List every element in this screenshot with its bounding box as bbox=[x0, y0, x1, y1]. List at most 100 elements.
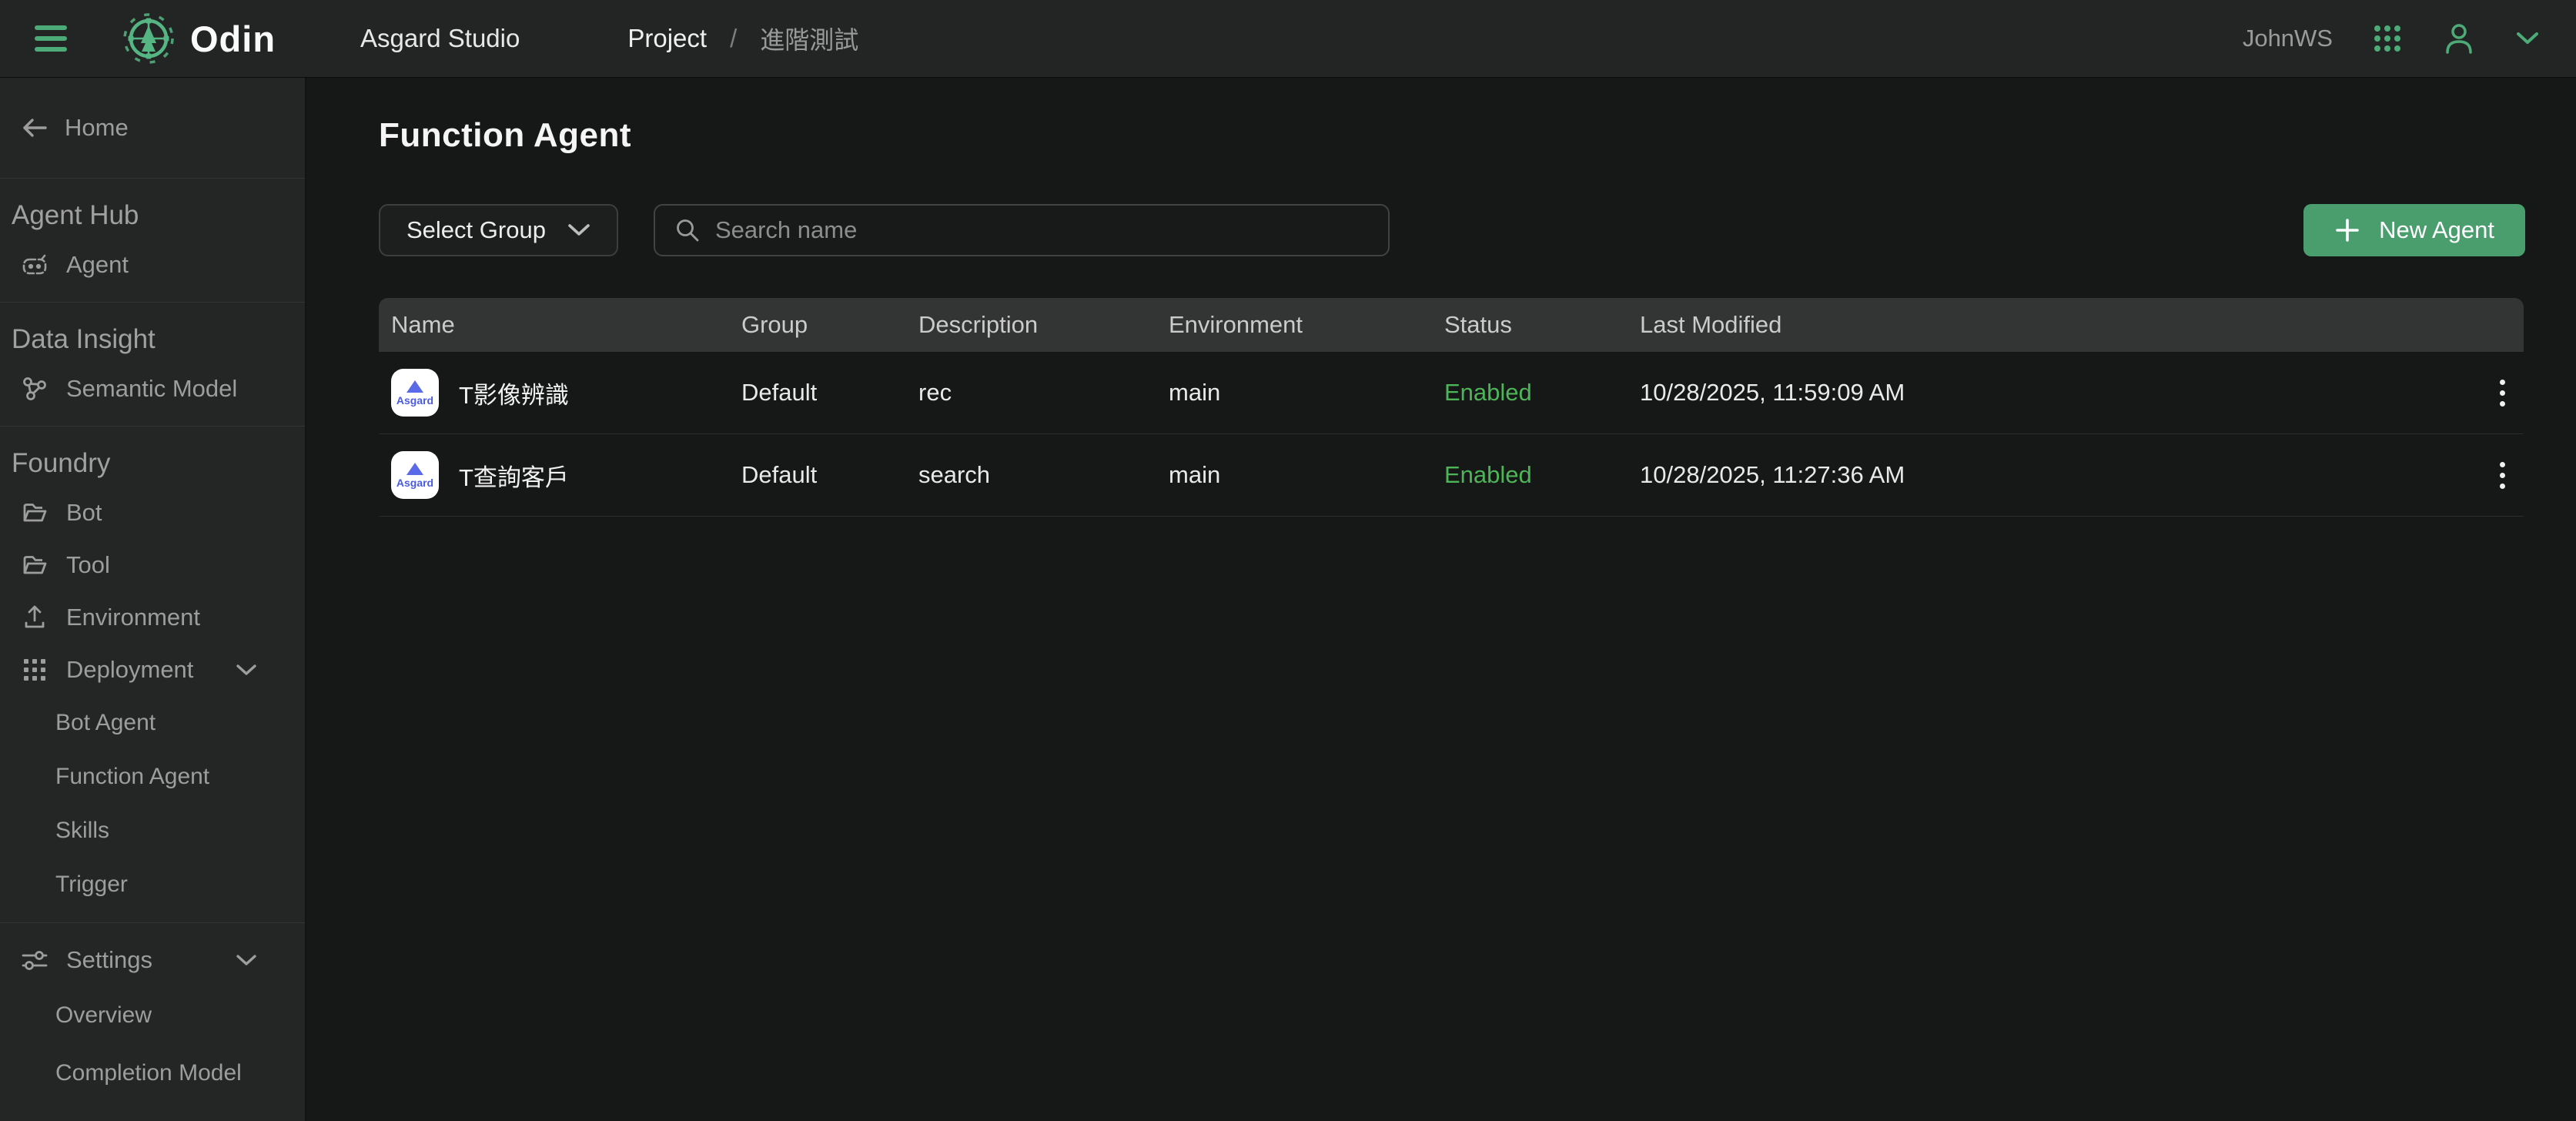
column-header-status: Status bbox=[1444, 311, 1640, 339]
sidebar-back-home[interactable]: Home bbox=[0, 78, 305, 178]
status-badge: Enabled bbox=[1444, 379, 1640, 407]
agent-description: search bbox=[918, 461, 1169, 489]
agent-name: T影像辨識 bbox=[459, 376, 569, 410]
group-select-label: Select Group bbox=[406, 216, 546, 244]
sidebar-group-settings: Settings Overview Completion Model bbox=[0, 923, 305, 1113]
sidebar-subitem-skills[interactable]: Skills bbox=[0, 804, 305, 858]
sidebar-back-label: Home bbox=[65, 114, 129, 142]
sidebar-item-label: Deployment bbox=[66, 656, 193, 684]
sidebar-item-deployment[interactable]: Deployment bbox=[0, 644, 305, 696]
breadcrumb-separator: / bbox=[730, 24, 737, 53]
odin-logo[interactable]: Odin bbox=[121, 11, 276, 66]
hamburger-menu-icon[interactable] bbox=[35, 14, 84, 63]
folder-icon bbox=[20, 552, 49, 578]
asgard-app-icon: Asgard bbox=[391, 451, 439, 499]
status-badge: Enabled bbox=[1444, 461, 1640, 489]
sidebar-subitem-label: Bot Agent bbox=[55, 710, 156, 736]
sidebar-item-label: Bot bbox=[66, 499, 102, 527]
agent-group: Default bbox=[741, 379, 918, 407]
user-avatar-icon[interactable] bbox=[2442, 22, 2476, 55]
agent-name: T查詢客戶 bbox=[459, 458, 569, 493]
table-row[interactable]: Asgard T影像辨識 Default rec main Enabled 10… bbox=[379, 352, 2524, 434]
sidebar-subitem-function-agent[interactable]: Function Agent bbox=[0, 750, 305, 804]
chevron-down-icon[interactable] bbox=[236, 664, 257, 676]
logo-text: Odin bbox=[190, 18, 276, 60]
sidebar-item-label: Agent bbox=[66, 251, 129, 279]
sidebar-group-foundry: Foundry Bot Tool bbox=[0, 427, 305, 922]
asgard-icon-label: Asgard bbox=[396, 395, 433, 406]
network-icon bbox=[20, 374, 49, 403]
chevron-down-icon bbox=[567, 223, 590, 237]
sidebar-item-bot[interactable]: Bot bbox=[0, 487, 305, 539]
sidebar-subitem-label: Completion Model bbox=[55, 1060, 242, 1086]
breadcrumb-project[interactable]: Project bbox=[627, 24, 707, 53]
sidebar-item-tool[interactable]: Tool bbox=[0, 539, 305, 591]
kebab-menu-icon[interactable] bbox=[2494, 456, 2511, 495]
sidebar-subitem-label: Overview bbox=[55, 1002, 152, 1029]
agents-table: Name Group Description Environment Statu… bbox=[379, 298, 2524, 517]
agent-last-modified: 10/28/2025, 11:59:09 AM bbox=[1640, 379, 2481, 407]
arrow-left-icon bbox=[22, 117, 48, 139]
sidebar-subitem-label: Trigger bbox=[55, 872, 128, 898]
breadcrumb: Project / 進階測試 bbox=[627, 21, 858, 56]
robot-icon bbox=[20, 250, 49, 279]
sliders-icon bbox=[20, 947, 49, 973]
sidebar-subitem-overview[interactable]: Overview bbox=[0, 986, 305, 1044]
sidebar-item-label: Tool bbox=[66, 551, 110, 579]
sidebar-item-environment[interactable]: Environment bbox=[0, 591, 305, 644]
sidebar-item-label: Settings bbox=[66, 946, 152, 974]
sidebar-group-title: Foundry bbox=[0, 427, 305, 487]
agent-description: rec bbox=[918, 379, 1169, 407]
folder-icon bbox=[20, 500, 49, 526]
column-header-name: Name bbox=[391, 311, 741, 339]
apps-grid-icon[interactable] bbox=[2373, 24, 2402, 53]
group-select-dropdown[interactable]: Select Group bbox=[379, 204, 618, 256]
chevron-down-icon[interactable] bbox=[236, 954, 257, 966]
breadcrumb-current: 進階測試 bbox=[760, 21, 858, 56]
sidebar-item-label: Environment bbox=[66, 604, 200, 631]
column-header-last-modified: Last Modified bbox=[1640, 311, 2481, 339]
sidebar-subitem-bot-agent[interactable]: Bot Agent bbox=[0, 696, 305, 750]
sidebar: Home Agent Hub Agent Data Insight bbox=[0, 78, 306, 1121]
toolbar: Select Group bbox=[379, 204, 2525, 256]
upload-icon bbox=[20, 604, 49, 631]
sidebar-item-label: Semantic Model bbox=[66, 375, 237, 403]
agent-environment: main bbox=[1169, 379, 1444, 407]
sidebar-item-agent[interactable]: Agent bbox=[0, 239, 305, 291]
search-input[interactable] bbox=[715, 216, 1370, 244]
sidebar-subitem-label: Skills bbox=[55, 818, 109, 844]
sidebar-group-agent-hub: Agent Hub Agent bbox=[0, 179, 305, 302]
main-content: Function Agent Select Group bbox=[306, 78, 2576, 1121]
sidebar-subitem-trigger[interactable]: Trigger bbox=[0, 858, 305, 912]
kebab-menu-icon[interactable] bbox=[2494, 373, 2511, 413]
page-title: Function Agent bbox=[379, 116, 2525, 155]
agent-last-modified: 10/28/2025, 11:27:36 AM bbox=[1640, 461, 2481, 489]
agent-group: Default bbox=[741, 461, 918, 489]
column-header-group: Group bbox=[741, 311, 918, 339]
topbar: Odin Asgard Studio Project / 進階測試 JohnWS bbox=[0, 0, 2576, 78]
table-header: Name Group Description Environment Statu… bbox=[379, 298, 2524, 352]
column-header-description: Description bbox=[918, 311, 1169, 339]
table-row[interactable]: Asgard T查詢客戶 Default search main Enabled… bbox=[379, 434, 2524, 517]
agent-environment: main bbox=[1169, 461, 1444, 489]
sidebar-group-title: Agent Hub bbox=[0, 179, 305, 239]
new-agent-label: New Agent bbox=[2379, 216, 2494, 244]
sidebar-subitem-label: Function Agent bbox=[55, 764, 209, 790]
search-box bbox=[654, 204, 1390, 256]
account-chevron-down-icon[interactable] bbox=[2516, 32, 2539, 45]
username-label: JohnWS bbox=[2243, 25, 2333, 52]
grid-dots-icon bbox=[20, 657, 49, 683]
sidebar-group-data-insight: Data Insight Semantic Model bbox=[0, 303, 305, 426]
sidebar-subitem-completion-model[interactable]: Completion Model bbox=[0, 1044, 305, 1102]
column-header-environment: Environment bbox=[1169, 311, 1444, 339]
sidebar-group-title: Data Insight bbox=[0, 303, 305, 363]
asgard-app-icon: Asgard bbox=[391, 369, 439, 417]
studio-name[interactable]: Asgard Studio bbox=[360, 24, 520, 53]
sidebar-item-settings[interactable]: Settings bbox=[0, 934, 305, 986]
search-icon bbox=[674, 216, 701, 244]
odin-logo-icon bbox=[121, 11, 176, 66]
new-agent-button[interactable]: New Agent bbox=[2303, 204, 2525, 256]
asgard-icon-label: Asgard bbox=[396, 477, 433, 488]
plus-icon bbox=[2334, 217, 2360, 243]
sidebar-item-semantic-model[interactable]: Semantic Model bbox=[0, 363, 305, 415]
